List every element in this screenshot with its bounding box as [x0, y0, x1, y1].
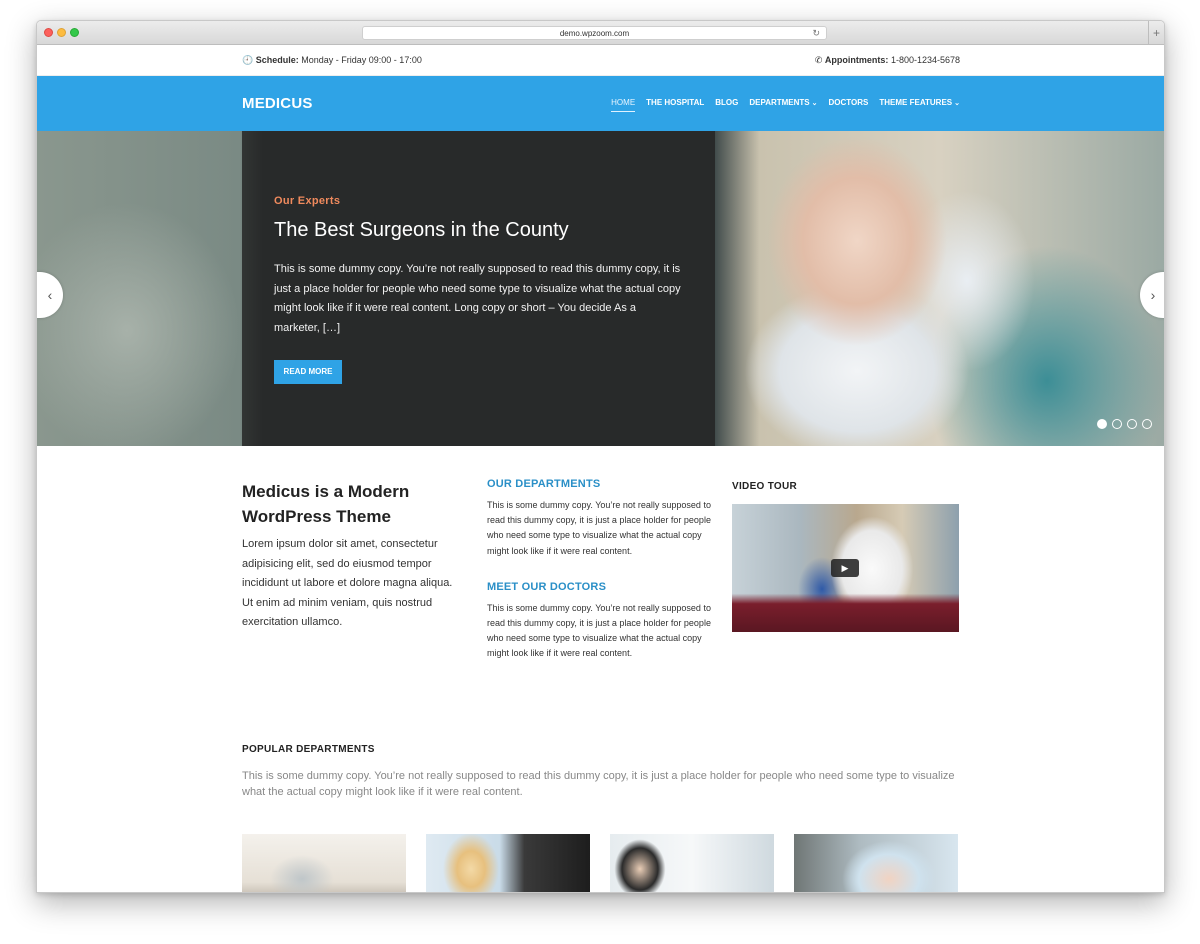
nav-departments[interactable]: DEPARTMENTS ⌄	[749, 98, 817, 107]
hero-kicker: Our Experts	[274, 195, 341, 207]
department-thumbnail[interactable]	[794, 834, 958, 892]
about-text: Lorem ipsum dolor sit amet, consectetur …	[242, 538, 453, 628]
video-tour-player[interactable]: ▶	[732, 504, 959, 632]
nav-theme-features[interactable]: THEME FEATURES ⌄	[879, 98, 960, 107]
close-window-button[interactable]	[44, 28, 53, 37]
slide-dot-4[interactable]	[1142, 419, 1152, 429]
minimize-window-button[interactable]	[57, 28, 66, 37]
chevron-down-icon: ⌄	[954, 100, 960, 107]
maximize-window-button[interactable]	[70, 28, 79, 37]
departments-text: This is some dummy copy. You’re not real…	[487, 500, 711, 556]
appointments-label: Appointments:	[824, 55, 889, 65]
address-bar[interactable]: demo.wpzoom.com ↻	[362, 26, 827, 40]
slide-dot-1[interactable]	[1097, 419, 1107, 429]
new-tab-button[interactable]: +	[1148, 21, 1164, 45]
schedule-value: Monday - Friday 09:00 - 17:00	[301, 55, 422, 65]
departments-heading[interactable]: OUR DEPARTMENTS	[487, 478, 712, 490]
nav-blog[interactable]: BLOG	[715, 98, 738, 107]
browser-titlebar: demo.wpzoom.com ↻ +	[37, 21, 1164, 45]
appointments-value[interactable]: 1-800-1234-5678	[891, 55, 960, 65]
hero-text: This is some dummy copy. You’re not real…	[274, 263, 681, 334]
department-thumbnail[interactable]	[426, 834, 590, 892]
url-text: demo.wpzoom.com	[559, 29, 630, 38]
video-column: VIDEO TOUR ▶	[732, 481, 959, 632]
main-navbar: MEDICUS HOME THE HOSPITAL BLOG DEPARTMEN…	[37, 76, 1164, 131]
slide-dot-3[interactable]	[1127, 419, 1137, 429]
read-more-button[interactable]: READ MORE	[274, 360, 342, 384]
hero-title[interactable]: The Best Surgeons in the County	[274, 219, 569, 242]
phone-icon: ✆	[814, 55, 823, 65]
top-info-bar: 🕘 Schedule: Monday - Friday 09:00 - 17:0…	[37, 45, 1164, 76]
nav-home[interactable]: HOME	[611, 98, 636, 112]
reload-icon[interactable]: ↻	[812, 27, 820, 40]
department-thumbnail[interactable]	[610, 834, 774, 892]
main-content: Medicus is a Modern WordPress Theme Lore…	[37, 446, 1164, 892]
info-column: OUR DEPARTMENTS This is some dummy copy.…	[487, 478, 712, 662]
about-title: Medicus is a Modern WordPress Theme	[242, 482, 410, 526]
hero-slider: Our Experts The Best Surgeons in the Cou…	[37, 131, 1164, 446]
popular-departments-heading: POPULAR DEPARTMENTS	[242, 744, 375, 755]
chevron-down-icon: ⌄	[811, 100, 818, 107]
popular-departments-text: This is some dummy copy. You’re not real…	[242, 770, 955, 798]
video-tour-heading: VIDEO TOUR	[732, 481, 798, 492]
schedule-info: 🕘 Schedule: Monday - Friday 09:00 - 17:0…	[242, 55, 422, 66]
play-icon[interactable]: ▶	[831, 559, 859, 577]
department-thumbnail[interactable]	[242, 834, 406, 892]
slide-dot-2[interactable]	[1112, 419, 1122, 429]
appointments-info: ✆ Appointments: 1-800-1234-5678	[815, 55, 960, 66]
nav-doctors[interactable]: DOCTORS	[829, 98, 869, 107]
slider-pagination	[1097, 419, 1152, 429]
schedule-label: Schedule:	[255, 55, 299, 65]
departments-gallery	[242, 834, 958, 892]
site-logo[interactable]: MEDICUS	[242, 95, 313, 112]
clock-icon: 🕘	[242, 55, 254, 65]
browser-window: demo.wpzoom.com ↻ + 🕘 Schedule: Monday -…	[36, 20, 1165, 893]
main-menu: HOME THE HOSPITAL BLOG DEPARTMENTS ⌄ DOCT…	[600, 98, 960, 112]
doctors-heading[interactable]: MEET OUR DOCTORS	[487, 581, 712, 593]
nav-departments-label: DEPARTMENTS	[749, 98, 810, 107]
web-page: 🕘 Schedule: Monday - Friday 09:00 - 17:0…	[37, 45, 1164, 892]
doctors-text: This is some dummy copy. You’re not real…	[487, 602, 711, 659]
nav-theme-features-label: THEME FEATURES	[879, 98, 953, 107]
nav-the-hospital[interactable]: THE HOSPITAL	[646, 98, 704, 107]
